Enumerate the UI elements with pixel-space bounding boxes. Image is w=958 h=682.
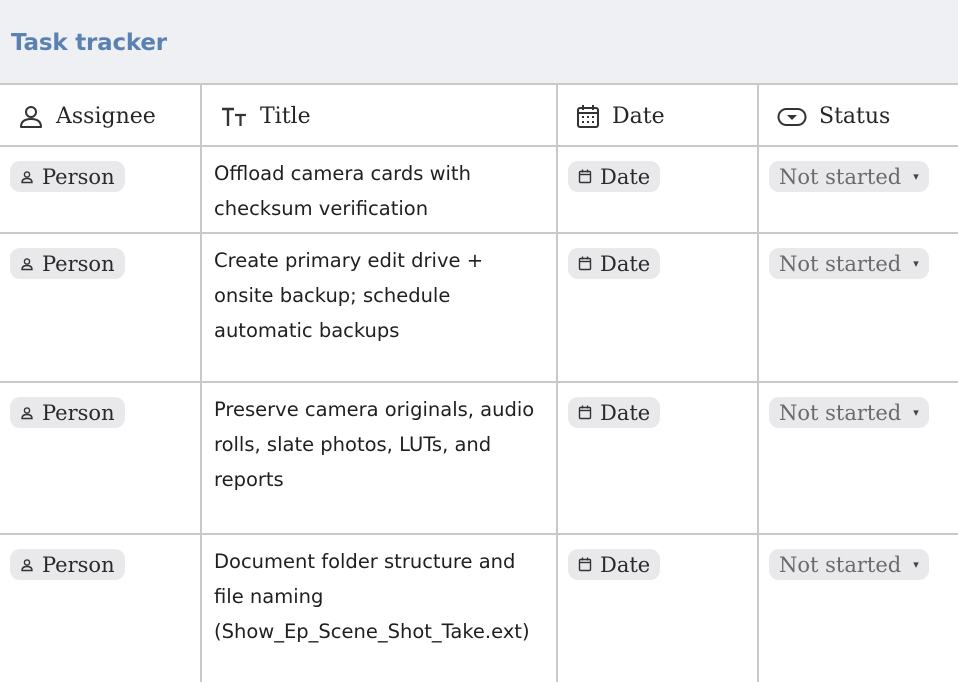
column-header-title[interactable]: Title: [200, 85, 558, 147]
text-format-icon: [220, 106, 248, 128]
status-dropdown[interactable]: Not started ▾: [769, 549, 929, 580]
column-label-title: Title: [260, 104, 311, 129]
date-cell[interactable]: Date: [556, 533, 759, 682]
assignee-cell[interactable]: Person: [0, 381, 202, 535]
task-table: Assignee Title Date Status Person Offloa…: [0, 85, 958, 682]
status-label: Not started: [779, 552, 902, 577]
title-cell[interactable]: Document folder structure and file namin…: [200, 533, 558, 682]
title-cell[interactable]: Preserve camera originals, audio rolls, …: [200, 381, 558, 535]
column-label-status: Status: [819, 104, 891, 129]
column-label-assignee: Assignee: [56, 104, 156, 129]
calendar-small-icon: [578, 405, 592, 420]
status-label: Not started: [779, 251, 902, 276]
table-row: Person Preserve camera originals, audio …: [0, 381, 958, 535]
status-dropdown[interactable]: Not started ▾: [769, 248, 929, 279]
assignee-label: Person: [42, 400, 115, 425]
table-row: Person Document folder structure and fil…: [0, 533, 958, 682]
table-row: Person Create primary edit drive + onsit…: [0, 232, 958, 383]
calendar-icon: [576, 104, 600, 130]
date-label: Date: [600, 164, 651, 189]
chevron-down-icon: ▾: [913, 559, 919, 571]
date-chip[interactable]: Date: [568, 161, 661, 192]
column-header-date[interactable]: Date: [556, 85, 759, 147]
page-title: Task tracker: [11, 30, 167, 56]
assignee-cell[interactable]: Person: [0, 232, 202, 383]
title-cell[interactable]: Create primary edit drive + onsite backu…: [200, 232, 558, 383]
assignee-chip[interactable]: Person: [10, 549, 125, 580]
task-tracker-page: Task tracker Assignee Title Date Status …: [0, 0, 958, 682]
assignee-chip[interactable]: Person: [10, 161, 125, 192]
status-toggle-icon: [777, 107, 807, 127]
calendar-small-icon: [578, 169, 592, 184]
person-small-icon: [21, 558, 33, 571]
status-cell[interactable]: Not started ▾: [757, 232, 958, 383]
status-cell[interactable]: Not started ▾: [757, 533, 958, 682]
column-header-status[interactable]: Status: [757, 85, 958, 147]
status-label: Not started: [779, 164, 902, 189]
date-label: Date: [600, 400, 651, 425]
status-cell[interactable]: Not started ▾: [757, 145, 958, 234]
assignee-chip[interactable]: Person: [10, 397, 125, 428]
date-cell[interactable]: Date: [556, 145, 759, 234]
date-chip[interactable]: Date: [568, 248, 661, 279]
assignee-cell[interactable]: Person: [0, 145, 202, 234]
assignee-label: Person: [42, 164, 115, 189]
date-cell[interactable]: Date: [556, 381, 759, 535]
column-label-date: Date: [612, 104, 665, 129]
status-dropdown[interactable]: Not started ▾: [769, 397, 929, 428]
person-small-icon: [21, 257, 33, 270]
table-row: Person Offload camera cards with checksu…: [0, 145, 958, 234]
task-title: Preserve camera originals, audio rolls, …: [214, 398, 535, 491]
calendar-small-icon: [578, 557, 592, 572]
assignee-chip[interactable]: Person: [10, 248, 125, 279]
tracker-header: Task tracker: [0, 0, 958, 85]
chevron-down-icon: ▾: [913, 171, 919, 183]
date-label: Date: [600, 251, 651, 276]
title-cell[interactable]: Offload camera cards with checksum verif…: [200, 145, 558, 234]
assignee-label: Person: [42, 552, 115, 577]
table-header-row: Assignee Title Date Status: [0, 85, 958, 147]
task-title: Create primary edit drive + onsite backu…: [214, 249, 484, 342]
person-small-icon: [21, 170, 33, 183]
chevron-down-icon: ▾: [913, 407, 919, 419]
assignee-cell[interactable]: Person: [0, 533, 202, 682]
date-cell[interactable]: Date: [556, 232, 759, 383]
task-title: Document folder structure and file namin…: [214, 550, 530, 643]
date-chip[interactable]: Date: [568, 549, 661, 580]
person-small-icon: [21, 406, 33, 419]
status-dropdown[interactable]: Not started ▾: [769, 161, 929, 192]
task-title: Offload camera cards with checksum verif…: [214, 162, 471, 220]
column-header-assignee[interactable]: Assignee: [0, 85, 202, 147]
date-chip[interactable]: Date: [568, 397, 661, 428]
assignee-label: Person: [42, 251, 115, 276]
status-cell[interactable]: Not started ▾: [757, 381, 958, 535]
date-label: Date: [600, 552, 651, 577]
person-icon: [18, 104, 44, 130]
calendar-small-icon: [578, 256, 592, 271]
chevron-down-icon: ▾: [913, 258, 919, 270]
status-label: Not started: [779, 400, 902, 425]
